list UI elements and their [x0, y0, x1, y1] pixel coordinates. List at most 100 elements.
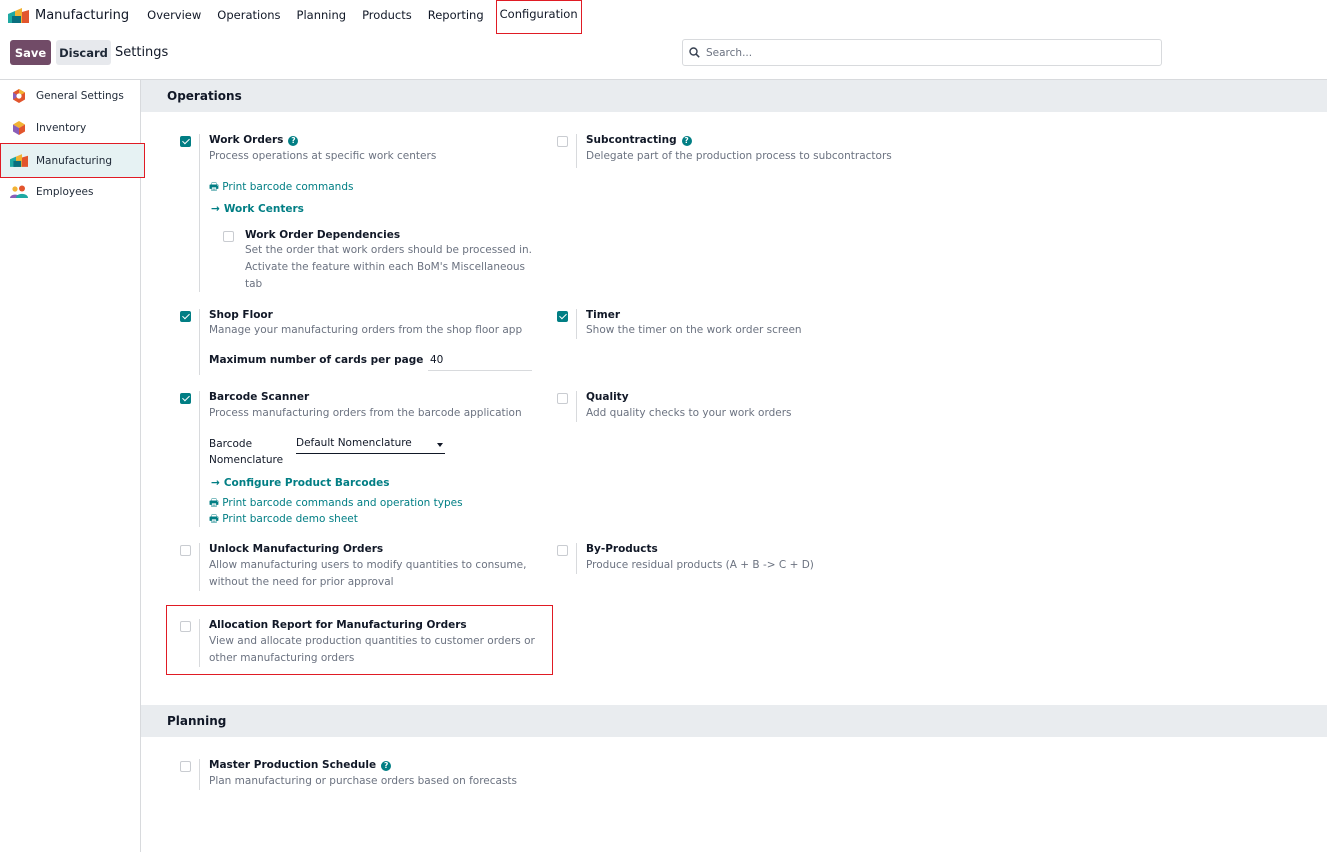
save-button[interactable]: Save	[10, 40, 51, 65]
setting-title: By-Products	[586, 543, 658, 555]
printer-icon: 🖶	[209, 497, 223, 509]
menu-overview[interactable]: Overview	[139, 0, 209, 30]
divider	[576, 309, 577, 339]
max-cards-label: Maximum number of cards per page	[209, 354, 424, 366]
control-panel: Save Discard Settings	[0, 36, 1327, 80]
setting-barcode-scanner: Barcode Scanner Process manufacturing or…	[180, 391, 560, 527]
setting-description: Manage your manufacturing orders from th…	[209, 324, 523, 336]
setting-title: Barcode Scanner	[209, 391, 310, 403]
manufacturing-app-icon	[8, 7, 29, 23]
shop-floor-checkbox[interactable]	[180, 311, 191, 322]
arrow-right-icon: →	[211, 203, 220, 215]
divider	[199, 391, 200, 527]
setting-description: Process operations at specific work cent…	[209, 150, 437, 162]
setting-subcontracting: Subcontracting? Delegate part of the pro…	[557, 134, 957, 168]
general-settings-icon	[10, 88, 28, 104]
section-planning: Planning	[141, 705, 1327, 737]
setting-title: Work Orders?	[209, 134, 299, 146]
sidebar-item-general-settings[interactable]: General Settings	[0, 80, 145, 112]
menu-products[interactable]: Products	[354, 0, 420, 30]
employees-icon	[10, 184, 28, 200]
configure-product-barcodes-link[interactable]: → Configure Product Barcodes	[211, 477, 390, 489]
search-icon	[689, 47, 700, 58]
quality-checkbox[interactable]	[557, 393, 568, 404]
setting-description: Activate the feature within each BoM's M…	[245, 261, 526, 273]
sidebar-item-label: Inventory	[36, 122, 87, 134]
search-box	[682, 39, 1162, 66]
setting-title: Timer	[586, 309, 621, 321]
setting-title: Unlock Manufacturing Orders	[209, 543, 384, 555]
caret-down-icon	[437, 443, 443, 447]
help-icon[interactable]: ?	[681, 136, 692, 146]
setting-description: tab	[245, 278, 263, 290]
page-title: Settings	[115, 45, 169, 60]
setting-quality: Quality Add quality checks to your work …	[557, 391, 857, 422]
setting-title: Master Production Schedule?	[209, 759, 392, 771]
setting-title: Work Order Dependencies	[245, 229, 401, 241]
print-demo-sheet-link[interactable]: 🖶 Print barcode demo sheet	[209, 511, 358, 529]
divider	[576, 543, 577, 574]
divider	[576, 134, 577, 168]
setting-description: Show the timer on the work order screen	[586, 324, 802, 336]
divider	[199, 134, 200, 292]
setting-title: Quality	[586, 391, 629, 403]
inventory-icon	[10, 120, 28, 136]
setting-description: without the need for prior approval	[209, 576, 394, 588]
timer-checkbox[interactable]	[557, 311, 568, 322]
arrow-right-icon: →	[211, 477, 220, 489]
setting-shop-floor: Shop Floor Manage your manufacturing ord…	[180, 309, 560, 375]
work-order-dependencies-checkbox[interactable]	[223, 231, 234, 242]
by-products-checkbox[interactable]	[557, 545, 568, 556]
app-title: Manufacturing	[35, 7, 130, 23]
printer-icon: 🖶	[209, 181, 223, 193]
menu-planning[interactable]: Planning	[289, 0, 355, 30]
setting-title: Subcontracting?	[586, 134, 692, 146]
settings-sidebar: General Settings Inventory Manufacturing	[0, 80, 145, 852]
unlock-manufacturing-orders-checkbox[interactable]	[180, 545, 191, 556]
setting-description: Delegate part of the production process …	[586, 150, 892, 162]
settings-content: Operations Work Orders? Process operatio…	[141, 80, 1327, 852]
brand[interactable]: Manufacturing	[8, 7, 130, 23]
printer-icon: 🖶	[209, 513, 223, 525]
setting-description: Process manufacturing orders from the ba…	[209, 407, 522, 419]
sidebar-item-label: Employees	[36, 186, 94, 198]
work-orders-checkbox[interactable]	[180, 136, 191, 147]
setting-title: Shop Floor	[209, 309, 273, 321]
search-input[interactable]	[706, 46, 1146, 59]
manufacturing-icon	[10, 153, 28, 169]
print-barcode-commands-link[interactable]: 🖶 Print barcode commands	[209, 179, 353, 197]
setting-description: Produce residual products (A + B -> C + …	[586, 559, 814, 571]
help-icon[interactable]: ?	[381, 761, 392, 771]
menu-operations[interactable]: Operations	[209, 0, 288, 30]
setting-master-production-schedule: Master Production Schedule? Plan manufac…	[180, 759, 580, 790]
setting-description: Plan manufacturing or purchase orders ba…	[209, 775, 518, 787]
nomenclature-select[interactable]: Default Nomenclature	[296, 437, 445, 454]
barcode-scanner-checkbox[interactable]	[180, 393, 191, 404]
section-operations: Operations	[141, 80, 1327, 112]
setting-description: Set the order that work orders should be…	[245, 244, 533, 256]
allocation-report-highlight	[166, 605, 553, 675]
sidebar-item-label: General Settings	[36, 90, 124, 102]
discard-button[interactable]: Discard	[56, 40, 111, 65]
setting-by-products: By-Products Produce residual products (A…	[557, 543, 857, 574]
work-centers-link[interactable]: → Work Centers	[211, 203, 304, 215]
subcontracting-checkbox[interactable]	[557, 136, 568, 147]
sidebar-item-manufacturing[interactable]: Manufacturing	[0, 143, 145, 178]
master-production-schedule-checkbox[interactable]	[180, 761, 191, 772]
main-menu: Overview Operations Planning Products Re…	[139, 0, 582, 34]
setting-description: Add quality checks to your work orders	[586, 407, 792, 419]
nomenclature-label: Barcode Nomenclature	[209, 438, 284, 466]
divider	[576, 391, 577, 422]
sidebar-item-label: Manufacturing	[36, 154, 113, 167]
divider	[199, 543, 200, 591]
help-icon[interactable]: ?	[288, 136, 299, 146]
top-navbar: Manufacturing Overview Operations Planni…	[0, 0, 1327, 34]
menu-reporting[interactable]: Reporting	[420, 0, 492, 30]
setting-work-order-dependencies: Work Order Dependencies Set the order th…	[223, 229, 563, 293]
sidebar-item-employees[interactable]: Employees	[0, 176, 145, 208]
sidebar-item-inventory[interactable]: Inventory	[0, 112, 145, 144]
max-cards-input[interactable]: 40	[428, 354, 532, 371]
divider	[199, 759, 200, 790]
menu-configuration[interactable]: Configuration	[495, 0, 582, 34]
divider	[199, 309, 200, 375]
